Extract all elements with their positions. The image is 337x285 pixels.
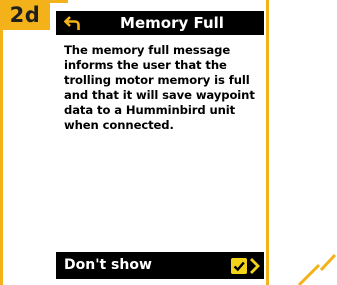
step-badge: 2d <box>0 0 50 30</box>
frame-left-border <box>0 0 3 285</box>
title-bar: Memory Full <box>56 11 264 35</box>
screen-title: Memory Full <box>120 14 224 32</box>
frame-diagonal-decoration <box>297 253 337 285</box>
checkbox-checked-icon[interactable] <box>231 258 247 274</box>
device-screen: Memory Full The memory full message info… <box>56 3 264 285</box>
dont-show-label: Don't show <box>64 257 152 273</box>
chevron-right-icon[interactable] <box>248 257 260 275</box>
step-badge-label: 2d <box>9 3 41 27</box>
dont-show-toggle[interactable]: Don't show <box>56 252 264 279</box>
back-arrow-icon[interactable] <box>64 14 82 32</box>
message-text: The memory full message informs the user… <box>64 43 255 132</box>
